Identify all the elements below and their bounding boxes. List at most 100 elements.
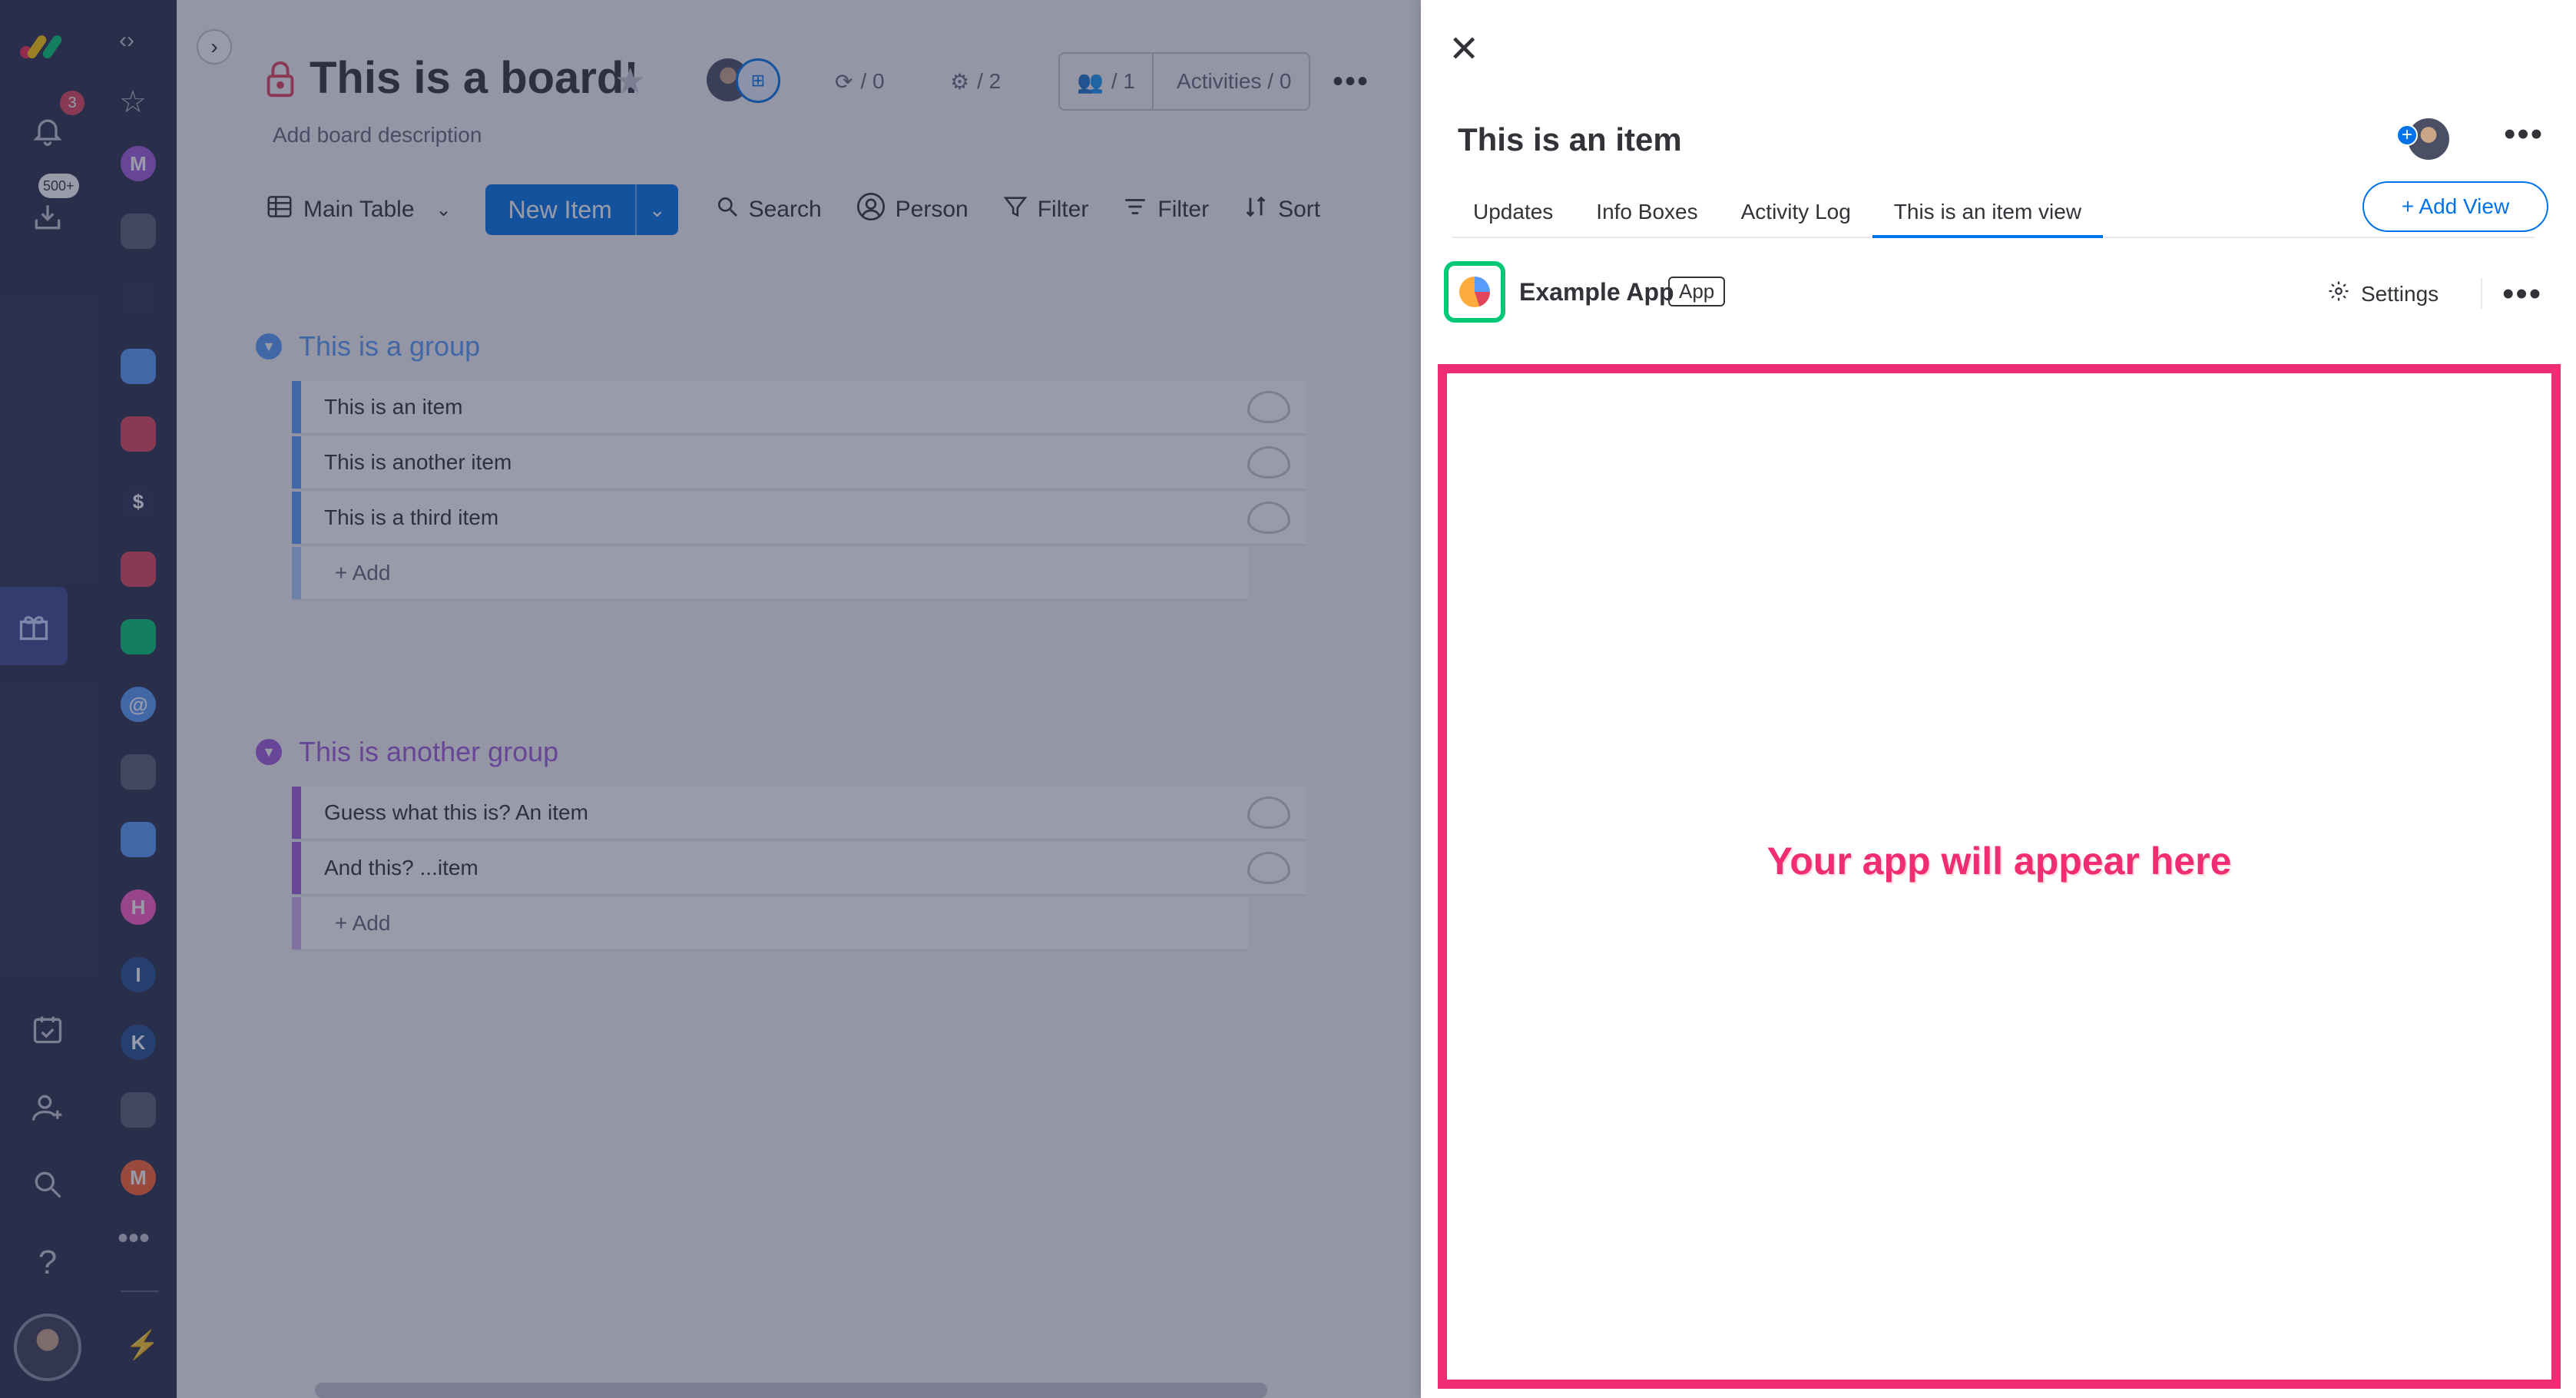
comment-bubble-icon[interactable]: [1247, 502, 1290, 534]
view-permission-icon[interactable]: ⊞: [736, 58, 780, 103]
monday-logo[interactable]: [18, 29, 75, 60]
workspace-icon[interactable]: M: [121, 1160, 156, 1195]
item-panel: ✕ This is an item + ••• Updates Info Boxe…: [1421, 0, 2576, 1398]
item-row[interactable]: This is a third item: [292, 492, 1306, 545]
members-activities-box: 👥 / 1 Activities / 0: [1058, 52, 1310, 111]
item-name[interactable]: Guess what this is? An item: [324, 800, 1247, 825]
item-more-icon[interactable]: •••: [2504, 115, 2544, 154]
workspace-icon[interactable]: @: [121, 687, 156, 722]
favorites-star-icon[interactable]: ☆: [119, 84, 147, 120]
settings-button[interactable]: Settings: [2327, 280, 2439, 308]
invite-members-icon[interactable]: [25, 1085, 71, 1131]
item-row[interactable]: And this? ...item: [292, 842, 1306, 896]
group-color-bar: [292, 436, 301, 489]
item-tab[interactable]: Info Boxes: [1574, 190, 1719, 238]
board-title[interactable]: This is a board!: [310, 52, 639, 104]
automations-counter[interactable]: ⚙ / 2: [933, 52, 1018, 111]
search-icon[interactable]: [25, 1161, 71, 1208]
my-work-icon[interactable]: [25, 1006, 71, 1052]
inbox-icon[interactable]: [25, 194, 71, 240]
filter-lines-icon: [1122, 194, 1148, 226]
item-name[interactable]: And this? ...item: [324, 856, 1247, 880]
add-view-button[interactable]: + Add View: [2362, 181, 2548, 232]
collapse-sidebar-button[interactable]: ›: [197, 29, 232, 65]
new-item-button[interactable]: New Item ⌄: [485, 184, 678, 235]
item-name[interactable]: This is another item: [324, 450, 1247, 475]
workspace-icon[interactable]: [121, 552, 156, 587]
item-tab[interactable]: Updates: [1452, 190, 1574, 238]
workspace-icon[interactable]: [121, 214, 156, 249]
workspace-icon[interactable]: H: [121, 889, 156, 925]
comment-bubble-icon[interactable]: [1247, 797, 1290, 829]
group-title[interactable]: This is a group: [299, 330, 480, 363]
expand-code-icon[interactable]: ‹›: [119, 28, 134, 54]
add-item-label[interactable]: + Add: [335, 911, 1248, 936]
add-item-label[interactable]: + Add: [335, 561, 1248, 585]
main-table-tab[interactable]: Main Table ⌄: [265, 192, 452, 227]
workspace-icon[interactable]: K: [121, 1025, 156, 1060]
more-workspaces-icon[interactable]: •••: [118, 1221, 150, 1256]
workspace-icon[interactable]: M: [121, 146, 156, 181]
workspace-icon[interactable]: [121, 754, 156, 790]
app-placeholder-message: Your app will appear here: [1766, 840, 2232, 883]
workspace-icon[interactable]: I: [121, 957, 156, 992]
workspace-icon[interactable]: [121, 1092, 156, 1128]
item-row[interactable]: This is another item: [292, 436, 1306, 490]
filter-lines-button[interactable]: Filter: [1122, 194, 1209, 226]
close-icon[interactable]: ✕: [1449, 28, 1479, 71]
add-item-row[interactable]: + Add: [292, 897, 1248, 951]
item-row[interactable]: This is an item: [292, 381, 1306, 435]
notifications-badge: 3: [60, 91, 84, 115]
item-tab[interactable]: Activity Log: [1720, 190, 1872, 238]
app-view-frame[interactable]: Your app will appear here: [1438, 364, 2561, 1389]
lightning-icon[interactable]: ⚡: [125, 1329, 160, 1361]
group-title[interactable]: This is another group: [299, 736, 558, 768]
new-item-label: New Item: [508, 195, 612, 224]
workspace-icon[interactable]: [121, 281, 156, 316]
item-title[interactable]: This is an item: [1458, 121, 1682, 158]
sort-label: Sort: [1278, 197, 1321, 222]
add-item-row[interactable]: + Add: [292, 547, 1248, 601]
item-tab[interactable]: This is an item view: [1872, 190, 2104, 238]
filter-button[interactable]: Filter: [1002, 194, 1088, 226]
person-filter-button[interactable]: Person: [856, 191, 968, 228]
app-more-icon[interactable]: •••: [2502, 275, 2542, 313]
collapse-group-icon[interactable]: ▼: [256, 333, 282, 359]
bell-icon[interactable]: [25, 108, 71, 154]
comment-bubble-icon[interactable]: [1247, 852, 1290, 884]
avatar[interactable]: [14, 1314, 81, 1381]
add-subscriber-icon[interactable]: +: [2396, 124, 2418, 146]
workspace-icon[interactable]: $: [121, 484, 156, 519]
members-counter[interactable]: 👥 / 1: [1060, 54, 1154, 109]
workspace-icon[interactable]: [121, 349, 156, 384]
activities-button[interactable]: Activities / 0: [1161, 69, 1306, 94]
group-header[interactable]: ▼ This is another group: [256, 736, 558, 768]
group-header[interactable]: ▼ This is a group: [256, 330, 480, 363]
item-name[interactable]: This is a third item: [324, 505, 1247, 530]
integrations-counter[interactable]: ⟳ / 0: [818, 52, 902, 111]
new-item-dropdown-icon[interactable]: ⌄: [634, 184, 678, 235]
person-icon: [856, 191, 886, 228]
inbox-badge: 500+: [38, 174, 79, 198]
people-icon: 👥: [1077, 69, 1104, 94]
sort-button[interactable]: Sort: [1243, 194, 1320, 226]
chevron-down-icon[interactable]: ⌄: [436, 199, 452, 221]
item-row[interactable]: Guess what this is? An item: [292, 787, 1306, 840]
help-icon[interactable]: ?: [25, 1240, 71, 1286]
gift-icon[interactable]: [0, 587, 68, 665]
comment-bubble-icon[interactable]: [1247, 391, 1290, 423]
board-description[interactable]: Add board description: [273, 123, 482, 147]
horizontal-scrollbar[interactable]: [315, 1383, 1267, 1398]
left-nav: 3 500+ ?: [0, 0, 104, 1398]
main-table-label: Main Table: [303, 197, 415, 222]
board-more-icon[interactable]: •••: [1333, 65, 1369, 99]
search-button[interactable]: Search: [715, 194, 822, 225]
item-name[interactable]: This is an item: [324, 395, 1247, 419]
favorite-star-icon[interactable]: ★: [614, 60, 646, 101]
workspace-icon[interactable]: [121, 619, 156, 654]
comment-bubble-icon[interactable]: [1247, 446, 1290, 479]
workspace-icon[interactable]: [121, 822, 156, 857]
integrations-icon: ⟳: [835, 69, 853, 94]
collapse-group-icon[interactable]: ▼: [256, 739, 282, 765]
workspace-icon[interactable]: [121, 416, 156, 452]
